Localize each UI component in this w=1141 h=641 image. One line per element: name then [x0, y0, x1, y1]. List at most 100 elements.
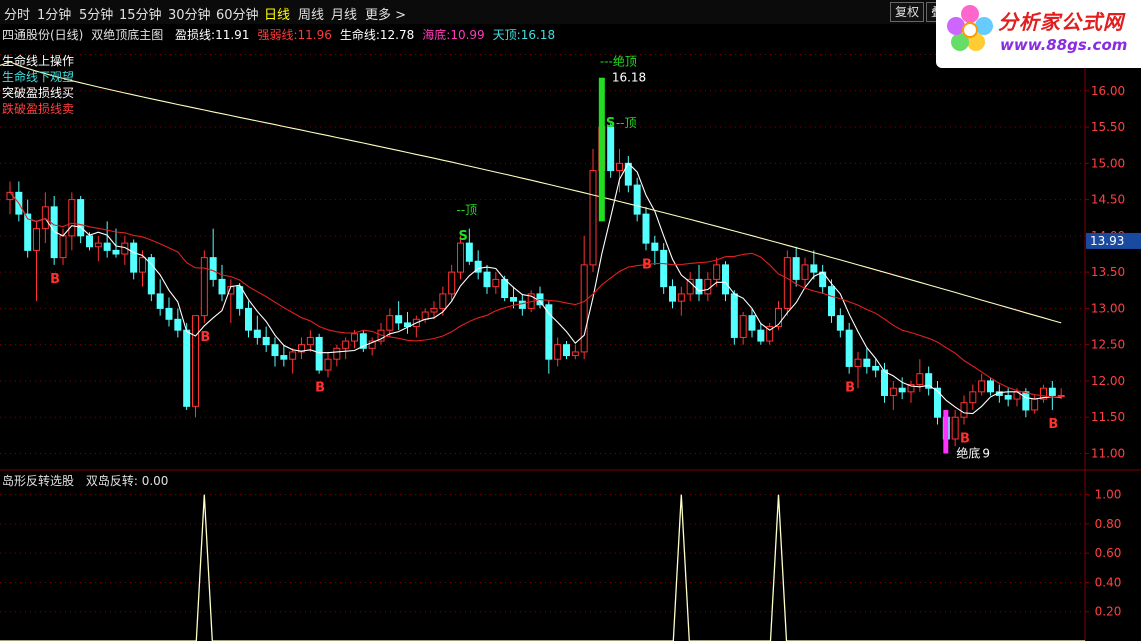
- logo-url-text: www.88gs.com: [1000, 36, 1128, 54]
- candle-down: [987, 380, 994, 393]
- candle-up: [439, 293, 447, 309]
- candle-up: [960, 402, 968, 418]
- b-signal-label: B: [960, 431, 970, 446]
- candle-up: [677, 293, 685, 302]
- sub-tick-label: 0.80: [1095, 517, 1122, 531]
- top-value-label: 16.18: [612, 71, 646, 85]
- candle-down: [315, 336, 323, 371]
- price-tick-label: 16.00: [1091, 84, 1125, 98]
- candle-down: [518, 300, 526, 309]
- candle-down: [183, 329, 191, 407]
- price-tick-label: 12.50: [1091, 338, 1125, 352]
- site-logo: 分析家公式网 www.88gs.com: [936, 0, 1141, 68]
- candle-down: [669, 286, 676, 302]
- candle-up: [33, 228, 40, 251]
- candle-up: [739, 315, 747, 338]
- candle-down: [881, 369, 888, 396]
- candle-down: [483, 271, 491, 288]
- candle-down: [395, 315, 403, 324]
- candle-down: [86, 235, 93, 248]
- candle-down: [209, 257, 217, 280]
- header-item-label: 海底:: [422, 28, 451, 42]
- candle-up: [333, 347, 341, 360]
- candle-down: [130, 242, 138, 273]
- candle-down: [112, 249, 120, 255]
- candle-down: [1022, 391, 1030, 411]
- candle-down: [792, 257, 800, 280]
- candle-down: [271, 344, 279, 357]
- logo-brand-text: 分析家公式网: [998, 10, 1124, 34]
- candle-up: [783, 257, 791, 309]
- candle-down: [836, 315, 844, 331]
- sub-item-value: 0.00: [141, 474, 169, 488]
- candle-down: [174, 318, 182, 331]
- main-indicator-name: 双绝顶底主图: [91, 28, 164, 42]
- candle-down: [695, 278, 703, 295]
- price-tick-label: 15.00: [1091, 156, 1125, 170]
- header-item-label: 盈损线:: [175, 28, 216, 42]
- legend-item: 生命线下观望: [2, 70, 75, 84]
- candle-up: [68, 199, 76, 237]
- price-tick-label: 12.00: [1091, 374, 1125, 388]
- candle-up: [571, 351, 579, 357]
- top-label: ---绝顶: [600, 54, 637, 69]
- header-item-value: 10.99: [450, 28, 485, 42]
- candle-up: [889, 387, 897, 396]
- candle-down: [280, 355, 288, 360]
- s-signal-label: S: [459, 229, 468, 244]
- sub-tick-label: 0.60: [1095, 546, 1122, 560]
- sub-indicator-name: 岛形反转选股: [2, 474, 75, 488]
- candle-up: [430, 307, 438, 313]
- legend-item: 跌破盈损线卖: [2, 102, 75, 116]
- b-signal-label: B: [642, 257, 652, 272]
- header-item-label: 强弱线:: [257, 28, 298, 42]
- candle-up: [59, 235, 67, 259]
- candle-up: [1031, 398, 1039, 411]
- candle-down: [828, 286, 835, 317]
- price-tick-label: 14.50: [1091, 193, 1125, 207]
- header-item-value: 11.96: [297, 28, 332, 42]
- candle-up: [457, 242, 464, 273]
- candle-up: [978, 380, 986, 393]
- sub-tick-label: 1.00: [1095, 488, 1122, 502]
- candle-up: [421, 311, 429, 320]
- candle-up: [94, 242, 102, 248]
- candle-down: [245, 307, 252, 331]
- candle-up: [554, 344, 562, 360]
- price-tick-label: 15.50: [1091, 120, 1125, 134]
- candle-down: [757, 329, 765, 342]
- candle-up: [386, 315, 394, 331]
- candle-down: [722, 264, 729, 295]
- price-tick-label: 11.50: [1091, 410, 1125, 424]
- candle-down: [236, 286, 244, 309]
- price-tick-label: 11.00: [1091, 446, 1125, 460]
- candle-up: [342, 340, 350, 349]
- candle-up: [139, 257, 146, 273]
- candle-down: [607, 126, 615, 172]
- candle-up: [192, 315, 199, 407]
- kline-chart[interactable]: BBBBBBB---绝顶16.18S--顶S--顶绝底9 16.5016.001…: [0, 0, 1141, 641]
- candle-down: [563, 344, 570, 357]
- candle-down: [501, 278, 509, 299]
- bottom-label: 绝底: [956, 445, 980, 460]
- s-signal-label: S: [606, 116, 615, 131]
- candle-up: [916, 373, 924, 386]
- header-item-value: 12.78: [379, 28, 415, 42]
- candle-down: [810, 264, 818, 273]
- candle-down: [262, 336, 270, 346]
- top-signal-bar: [598, 77, 605, 222]
- candle-up: [289, 351, 297, 360]
- legend-item: 生命线上操作: [2, 54, 75, 68]
- candle-up: [448, 271, 456, 295]
- b-signal-label: B: [1048, 417, 1058, 432]
- candle-up: [306, 336, 314, 346]
- header-item-value: 11.91: [215, 28, 250, 42]
- candle-up: [351, 333, 358, 342]
- candle-down: [872, 365, 880, 371]
- candle-up: [854, 358, 862, 367]
- candle-down: [165, 307, 173, 320]
- b-signal-label: B: [845, 381, 855, 396]
- candle-down: [218, 278, 226, 295]
- candle-down: [77, 199, 85, 237]
- candle-down: [1048, 387, 1056, 396]
